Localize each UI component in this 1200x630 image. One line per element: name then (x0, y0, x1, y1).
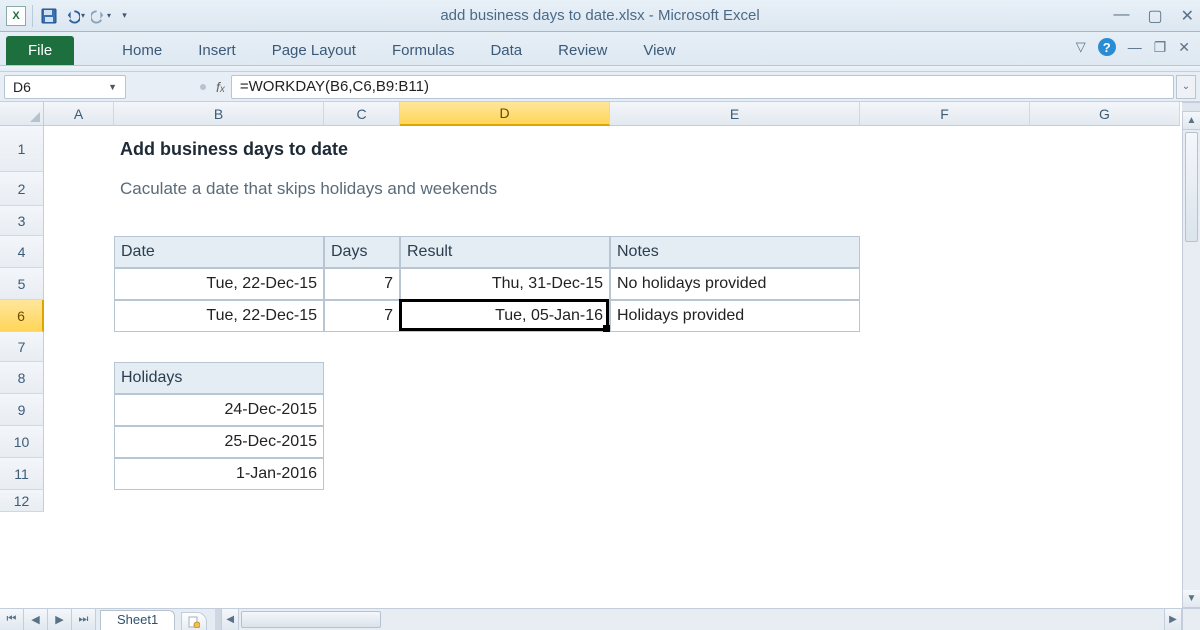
row-header-11[interactable]: 11 (0, 458, 44, 490)
row-header-10[interactable]: 10 (0, 426, 44, 458)
cancel-formula-icon (200, 84, 206, 90)
maximize-button[interactable]: ▢ (1147, 6, 1162, 26)
header-days[interactable]: Days (324, 236, 400, 268)
row-header-1[interactable]: 1 (0, 126, 44, 172)
doc-restore-button[interactable]: ❐ (1154, 39, 1167, 56)
row-header-5[interactable]: 5 (0, 268, 44, 300)
excel-app-icon[interactable]: X (6, 6, 26, 26)
header-notes[interactable]: Notes (610, 236, 860, 268)
row-header-7[interactable]: 7 (0, 332, 44, 362)
row-header-8[interactable]: 8 (0, 362, 44, 394)
title-cell[interactable]: Add business days to date (114, 126, 814, 172)
sheet-nav-last-button[interactable]: ⏭ (72, 609, 96, 630)
window-title: add business days to date.xlsx - Microso… (0, 7, 1200, 24)
column-header-B[interactable]: B (114, 102, 324, 126)
tab-formulas[interactable]: Formulas (374, 36, 473, 65)
cell-C6[interactable]: 7 (324, 300, 400, 332)
cell-B10[interactable]: 25-Dec-2015 (114, 426, 324, 458)
cell-E6[interactable]: Holidays provided (610, 300, 860, 332)
horizontal-scrollbar[interactable]: ◀ ▶ (221, 609, 1182, 630)
formula-input[interactable] (231, 75, 1174, 99)
cell-B6[interactable]: Tue, 22-Dec-15 (114, 300, 324, 332)
tab-home[interactable]: Home (104, 36, 180, 65)
header-holidays[interactable]: Holidays (114, 362, 324, 394)
formula-bar-row: D6 ▼ fx ⌄ (0, 72, 1200, 102)
doc-minimize-button[interactable]: — (1128, 39, 1142, 55)
subtitle-cell[interactable]: Caculate a date that skips holidays and … (114, 172, 814, 206)
tab-review[interactable]: Review (540, 36, 625, 65)
horizontal-scrollbar-thumb[interactable] (241, 611, 381, 628)
row-header-2[interactable]: 2 (0, 172, 44, 206)
undo-button[interactable]: ▾ (65, 6, 85, 26)
scroll-up-button[interactable]: ▲ (1183, 112, 1200, 130)
tab-data[interactable]: Data (472, 36, 540, 65)
tab-insert[interactable]: Insert (180, 36, 254, 65)
column-header-E[interactable]: E (610, 102, 860, 126)
cell-C5[interactable]: 7 (324, 268, 400, 300)
minimize-button[interactable]: — (1113, 6, 1129, 26)
file-tab[interactable]: File (6, 36, 74, 65)
column-header-C[interactable]: C (324, 102, 400, 126)
header-result[interactable]: Result (400, 236, 610, 268)
new-sheet-button[interactable] (181, 612, 207, 630)
cell-D6[interactable]: Tue, 05-Jan-16 (400, 300, 610, 332)
bottom-bar: ⏮ ◀ ▶ ⏭ Sheet1 ◀ ▶ (0, 608, 1200, 630)
column-header-G[interactable]: G (1030, 102, 1180, 126)
vertical-split-handle[interactable] (1182, 102, 1200, 112)
cell-B9[interactable]: 24-Dec-2015 (114, 394, 324, 426)
cell-B5[interactable]: Tue, 22-Dec-15 (114, 268, 324, 300)
column-header-A[interactable]: A (44, 102, 114, 126)
sheet-nav-next-button[interactable]: ▶ (48, 609, 72, 630)
save-button[interactable] (39, 6, 59, 26)
cell-E5[interactable]: No holidays provided (610, 268, 860, 300)
sheet-tab-sheet1[interactable]: Sheet1 (100, 610, 175, 630)
name-box-value: D6 (13, 79, 31, 95)
close-button[interactable]: ✕ (1181, 6, 1194, 26)
tab-page-layout[interactable]: Page Layout (254, 36, 374, 65)
ribbon-tabs: File Home Insert Page Layout Formulas Da… (0, 32, 1200, 66)
cell-B11[interactable]: 1-Jan-2016 (114, 458, 324, 490)
scroll-down-button[interactable]: ▼ (1183, 590, 1200, 608)
header-date[interactable]: Date (114, 236, 324, 268)
redo-button[interactable]: ▾ (91, 6, 111, 26)
column-header-F[interactable]: F (860, 102, 1030, 126)
row-header-6[interactable]: 6 (0, 300, 44, 332)
sheet-nav-prev-button[interactable]: ◀ (24, 609, 48, 630)
name-box[interactable]: D6 ▼ (4, 75, 126, 99)
row-header-4[interactable]: 4 (0, 236, 44, 268)
scroll-left-button[interactable]: ◀ (221, 609, 239, 630)
scroll-right-button[interactable]: ▶ (1164, 609, 1182, 630)
formula-bar-expand-button[interactable]: ⌄ (1176, 75, 1196, 99)
vertical-scrollbar-thumb[interactable] (1185, 132, 1198, 242)
column-header-D[interactable]: D (400, 102, 610, 126)
select-all-corner[interactable] (0, 102, 44, 126)
qat-customize-button[interactable]: ▾ (117, 6, 131, 26)
name-box-dropdown-icon[interactable]: ▼ (108, 82, 117, 92)
tab-view[interactable]: View (625, 36, 693, 65)
doc-close-button[interactable]: ✕ (1178, 39, 1190, 56)
quick-access-toolbar: ▾ ▾ ▾ (39, 6, 131, 26)
row-header-9[interactable]: 9 (0, 394, 44, 426)
sheet-nav-first-button[interactable]: ⏮ (0, 609, 24, 630)
spreadsheet-grid[interactable]: ABCDEFG 123456789101112 Add business day… (0, 102, 1182, 608)
row-header-3[interactable]: 3 (0, 206, 44, 236)
vertical-scrollbar[interactable]: ▲ ▼ (1182, 112, 1200, 608)
help-icon[interactable]: ? (1098, 38, 1116, 56)
fx-icon[interactable]: fx (216, 79, 225, 95)
title-bar: X ▾ ▾ ▾ add business days to date.xlsx -… (0, 0, 1200, 32)
ribbon-minimize-icon[interactable]: ▽ (1076, 39, 1086, 55)
row-header-12[interactable]: 12 (0, 490, 44, 512)
cell-D5[interactable]: Thu, 31-Dec-15 (400, 268, 610, 300)
